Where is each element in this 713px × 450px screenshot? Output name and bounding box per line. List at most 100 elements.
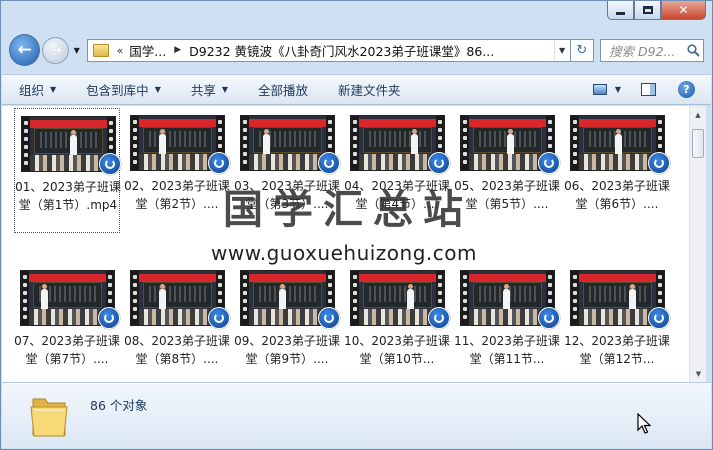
file-name: 11、2023弟子班课堂（第11节... xyxy=(454,334,560,366)
breadcrumb-separator-icon[interactable]: ▶ xyxy=(174,45,181,55)
film-strip-icon xyxy=(241,116,249,170)
dropdown-arrow-icon: ▼ xyxy=(50,85,57,94)
file-item[interactable]: 09、2023弟子班课堂（第9节）.... xyxy=(234,263,340,382)
share-label: 共享 xyxy=(190,83,216,98)
organize-label: 组织 xyxy=(19,83,45,98)
file-item[interactable]: 11、2023弟子班课堂（第11节... xyxy=(454,263,560,382)
media-player-icon xyxy=(428,152,450,174)
file-item[interactable]: 06、2023弟子班课堂（第6节）.... xyxy=(564,108,670,233)
navigation-row: ← → ▼ « 国学... ▶ D9232 黄镜波《八卦奇门风水2023弟子班课… xyxy=(9,33,704,67)
preview-pane-icon[interactable] xyxy=(641,83,656,96)
close-button[interactable]: ✕ xyxy=(661,1,706,20)
file-item[interactable]: 07、2023弟子班课堂（第7节）.... xyxy=(14,263,120,382)
scroll-up-icon[interactable]: ▲ xyxy=(690,106,706,123)
command-bar: 组织 ▼ 包含到库中 ▼ 共享 ▼ 全部播放 新建文件夹 ▼ ? xyxy=(2,74,711,105)
lecture-scene xyxy=(249,116,326,170)
back-arrow-icon: ← xyxy=(17,39,32,60)
file-name: 12、2023弟子班课堂（第12节... xyxy=(564,334,670,366)
search-input[interactable]: 搜索 D92... xyxy=(609,41,683,60)
file-name: 01、2023弟子班课堂（第1节）.mp4 xyxy=(15,180,121,212)
vertical-scrollbar[interactable]: ▲ ▼ xyxy=(689,106,706,382)
lecture-scene xyxy=(139,271,216,325)
dropdown-arrow-icon: ▼ xyxy=(614,85,621,94)
film-strip-icon xyxy=(351,271,359,325)
media-player-icon xyxy=(538,307,560,329)
play-all-button[interactable]: 全部播放 xyxy=(258,80,308,99)
media-player-icon xyxy=(208,307,230,329)
media-player-icon xyxy=(318,307,340,329)
include-in-library-menu[interactable]: 包含到库中 ▼ xyxy=(86,80,161,99)
media-player-icon xyxy=(648,307,670,329)
include-library-label: 包含到库中 xyxy=(86,83,149,98)
file-name: 09、2023弟子班课堂（第9节）.... xyxy=(234,334,340,366)
item-count: 86 个对象 xyxy=(90,398,148,413)
lecture-scene xyxy=(359,116,436,170)
watermark-url: www.guoxuehuizong.com xyxy=(211,241,477,265)
media-player-icon xyxy=(538,152,560,174)
breadcrumb-segment-current[interactable]: D9232 黄镜波《八卦奇门风水2023弟子班课堂》86... xyxy=(189,41,494,60)
new-folder-label: 新建文件夹 xyxy=(338,83,401,98)
maximize-icon xyxy=(642,6,653,14)
maximize-button[interactable] xyxy=(634,1,661,20)
lecture-scene xyxy=(359,271,436,325)
file-item[interactable]: 02、2023弟子班课堂（第2节）.... xyxy=(124,108,230,233)
film-strip-icon xyxy=(461,116,469,170)
film-strip-icon xyxy=(131,271,139,325)
minimize-button[interactable] xyxy=(607,1,634,20)
file-item[interactable]: 08、2023弟子班课堂（第8节）.... xyxy=(124,263,230,382)
media-player-icon xyxy=(208,152,230,174)
mouse-cursor-icon xyxy=(637,412,652,438)
media-player-icon xyxy=(99,153,121,175)
media-player-icon xyxy=(318,152,340,174)
scroll-thumb[interactable] xyxy=(692,129,704,158)
address-bar[interactable]: « 国学... ▶ D9232 黄镜波《八卦奇门风水2023弟子班课堂》86..… xyxy=(86,38,571,62)
forward-button[interactable]: → xyxy=(42,36,69,64)
file-name: 08、2023弟子班课堂（第8节）.... xyxy=(124,334,230,366)
film-strip-icon xyxy=(22,117,30,171)
breadcrumb-segment[interactable]: 国学... xyxy=(129,41,166,60)
watermark-title: 国学汇总站 xyxy=(223,186,473,233)
lecture-scene xyxy=(579,116,656,170)
file-item[interactable]: 01、2023弟子班课堂（第1节）.mp4 xyxy=(14,108,121,233)
media-player-icon xyxy=(648,152,670,174)
lecture-scene xyxy=(30,117,107,171)
forward-arrow-icon: → xyxy=(49,40,62,59)
file-name: 07、2023弟子班课堂（第7节）.... xyxy=(14,334,120,366)
file-name: 10、2023弟子班课堂（第10节... xyxy=(344,334,450,366)
lecture-scene xyxy=(139,116,216,170)
film-strip-icon xyxy=(571,116,579,170)
play-all-label: 全部播放 xyxy=(258,83,309,98)
view-icon xyxy=(592,84,607,95)
recent-pages-dropdown[interactable]: ▼ xyxy=(71,46,83,55)
back-button[interactable]: ← xyxy=(9,34,41,66)
refresh-button[interactable]: ↻ xyxy=(570,38,595,62)
explorer-window: ✕ ← → ▼ « 国学... ▶ D9232 黄镜波《八卦奇门风水2023弟子… xyxy=(0,0,713,450)
media-player-icon xyxy=(428,307,450,329)
film-strip-icon xyxy=(241,271,249,325)
folder-icon xyxy=(92,43,109,57)
lecture-scene xyxy=(469,271,546,325)
change-view-button[interactable]: ▼ xyxy=(592,84,621,95)
question-mark-icon[interactable]: ? xyxy=(678,81,695,98)
search-box[interactable]: 搜索 D92... xyxy=(600,38,704,62)
file-name: 06、2023弟子班课堂（第6节）.... xyxy=(564,179,670,211)
organize-menu[interactable]: 组织 ▼ xyxy=(19,80,56,99)
view-controls: ▼ ? xyxy=(592,81,711,98)
film-strip-icon xyxy=(351,116,359,170)
close-icon: ✕ xyxy=(678,3,689,17)
magnifier-icon[interactable] xyxy=(683,40,703,61)
dropdown-arrow-icon: ▼ xyxy=(154,85,161,94)
lecture-scene xyxy=(469,116,546,170)
file-item[interactable]: 10、2023弟子班课堂（第10节... xyxy=(344,263,450,382)
scroll-down-icon[interactable]: ▼ xyxy=(690,365,707,382)
overflow-chevron-icon[interactable]: « xyxy=(117,44,124,57)
file-item[interactable]: 12、2023弟子班课堂（第12节... xyxy=(564,263,670,382)
folder-icon xyxy=(29,393,69,438)
lecture-scene xyxy=(579,271,656,325)
film-strip-icon xyxy=(461,271,469,325)
film-strip-icon xyxy=(131,116,139,170)
new-folder-button[interactable]: 新建文件夹 xyxy=(338,80,401,99)
share-menu[interactable]: 共享 ▼ xyxy=(191,80,228,99)
address-dropdown[interactable]: ▼ xyxy=(553,39,570,61)
file-name: 02、2023弟子班课堂（第2节）.... xyxy=(124,179,230,211)
